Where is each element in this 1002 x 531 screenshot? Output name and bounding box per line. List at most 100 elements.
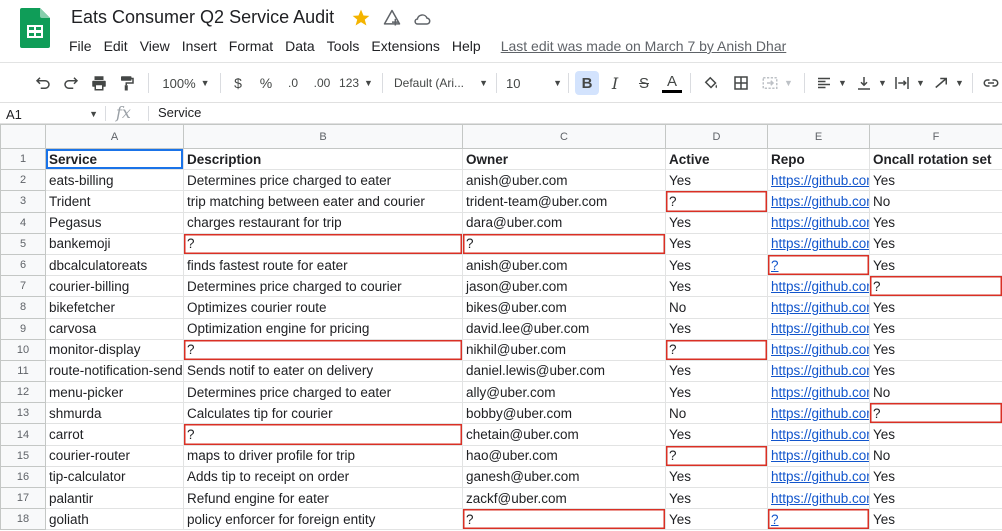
cell[interactable]: carrot [45, 423, 184, 446]
cell[interactable]: https://github.com [767, 275, 870, 298]
cell[interactable]: chetain@uber.com [462, 423, 666, 446]
cell[interactable]: https://github.com [767, 232, 870, 255]
cell[interactable]: Yes [869, 317, 1002, 340]
cell[interactable]: ? [462, 508, 666, 531]
cell[interactable]: jason@uber.com [462, 275, 666, 298]
cell[interactable]: charges restaurant for trip [183, 211, 463, 234]
cell[interactable]: dbcalculatoreats [45, 253, 184, 277]
cell[interactable]: Yes [665, 486, 768, 510]
cell[interactable]: shmurda [45, 402, 184, 425]
cell[interactable]: finds fastest route for eater [183, 253, 463, 277]
cell[interactable]: bikes@uber.com [462, 296, 666, 319]
cell[interactable]: anish@uber.com [462, 169, 666, 192]
cell[interactable]: ? [869, 275, 1002, 298]
header-cell[interactable]: Service [45, 147, 184, 171]
row-header[interactable]: 16 [0, 465, 46, 489]
cell[interactable]: menu-picker [45, 381, 184, 404]
menu-help[interactable]: Help [446, 36, 487, 56]
row-header[interactable]: 3 [0, 190, 46, 213]
cell[interactable]: https://github.com [767, 465, 870, 489]
redo-icon[interactable] [60, 71, 82, 95]
cell[interactable]: Yes [869, 423, 1002, 446]
cell[interactable]: dara@uber.com [462, 211, 666, 234]
cell[interactable]: palantir [45, 486, 184, 510]
cell[interactable]: Yes [665, 423, 768, 446]
row-header[interactable]: 11 [0, 359, 46, 383]
paint-format-icon[interactable] [116, 71, 138, 95]
row-header[interactable]: 12 [0, 381, 46, 404]
sheets-logo-icon[interactable] [20, 8, 50, 48]
cell[interactable]: ? [462, 232, 666, 255]
column-header-c[interactable]: C [462, 124, 666, 149]
cell[interactable]: ? [665, 444, 768, 467]
cell[interactable]: Determines price charged to eater [183, 381, 463, 404]
cell[interactable]: https://github.com [767, 444, 870, 467]
cell[interactable]: https://github.com [767, 211, 870, 234]
header-cell[interactable]: Owner [462, 147, 666, 171]
cell[interactable]: trident-team@uber.com [462, 190, 666, 213]
column-header-d[interactable]: D [665, 124, 768, 149]
cell[interactable]: zackf@uber.com [462, 486, 666, 510]
cell[interactable]: nikhil@uber.com [462, 338, 666, 361]
cell[interactable]: https://github.com [767, 402, 870, 425]
cell[interactable]: Yes [869, 465, 1002, 489]
cell[interactable]: policy enforcer for foreign entity [183, 508, 463, 531]
bold-button[interactable]: B [575, 71, 599, 95]
cell[interactable]: trip matching between eater and courier [183, 190, 463, 213]
cell[interactable]: ? [183, 338, 463, 361]
cell[interactable]: Yes [869, 169, 1002, 192]
cell[interactable]: ? [665, 190, 768, 213]
undo-icon[interactable] [32, 71, 54, 95]
row-header[interactable]: 8 [0, 296, 46, 319]
last-edit-link[interactable]: Last edit was made on March 7 by Anish D… [501, 38, 787, 54]
increase-decimal-button[interactable]: .00 [310, 71, 334, 95]
cloud-saved-icon[interactable] [412, 9, 432, 29]
cell[interactable]: Yes [665, 317, 768, 340]
cell[interactable]: ? [183, 232, 463, 255]
zoom-select[interactable]: 100% ▼ [158, 71, 214, 95]
cell[interactable]: hao@uber.com [462, 444, 666, 467]
menu-format[interactable]: Format [223, 36, 279, 56]
cell[interactable]: Yes [665, 381, 768, 404]
header-cell[interactable]: Description [183, 147, 463, 171]
cell[interactable]: bankemoji [45, 232, 184, 255]
cell[interactable]: No [665, 296, 768, 319]
cell[interactable]: Yes [665, 465, 768, 489]
cell[interactable]: courier-billing [45, 275, 184, 298]
cell[interactable]: Yes [665, 275, 768, 298]
cell[interactable]: No [869, 190, 1002, 213]
menu-edit[interactable]: Edit [98, 36, 134, 56]
font-family-select[interactable]: Default (Ari... ▼ [394, 71, 488, 95]
cell[interactable]: No [869, 381, 1002, 404]
row-header[interactable]: 2 [0, 169, 46, 192]
cell[interactable]: Optimizes courier route [183, 296, 463, 319]
column-header-e[interactable]: E [767, 124, 870, 149]
cell[interactable]: ? [665, 338, 768, 361]
document-title[interactable]: Eats Consumer Q2 Service Audit [71, 7, 334, 28]
currency-format-button[interactable]: $ [229, 71, 247, 95]
row-header[interactable]: 9 [0, 317, 46, 340]
fill-color-icon[interactable] [700, 71, 722, 95]
strikethrough-button[interactable]: S [634, 71, 654, 95]
cell[interactable]: Yes [869, 359, 1002, 383]
menu-tools[interactable]: Tools [321, 36, 366, 56]
cell[interactable]: Yes [665, 211, 768, 234]
select-all-corner[interactable] [0, 124, 46, 149]
cell[interactable]: Yes [869, 296, 1002, 319]
cell[interactable]: Yes [665, 253, 768, 277]
cell[interactable]: Adds tip to receipt on order [183, 465, 463, 489]
row-header[interactable]: 4 [0, 211, 46, 234]
row-header[interactable]: 10 [0, 338, 46, 361]
vertical-align-icon[interactable]: ▼ [854, 71, 888, 95]
cell[interactable]: maps to driver profile for trip [183, 444, 463, 467]
row-header[interactable]: 5 [0, 232, 46, 255]
menu-extensions[interactable]: Extensions [365, 36, 445, 56]
decrease-decimal-button[interactable]: .0 [283, 71, 303, 95]
cell[interactable]: https://github.com [767, 190, 870, 213]
cell[interactable]: Pegasus [45, 211, 184, 234]
cell[interactable]: Trident [45, 190, 184, 213]
cell[interactable]: Calculates tip for courier [183, 402, 463, 425]
cell[interactable]: Yes [869, 338, 1002, 361]
header-cell[interactable]: Oncall rotation set [869, 147, 1002, 171]
header-cell[interactable]: Active [665, 147, 768, 171]
